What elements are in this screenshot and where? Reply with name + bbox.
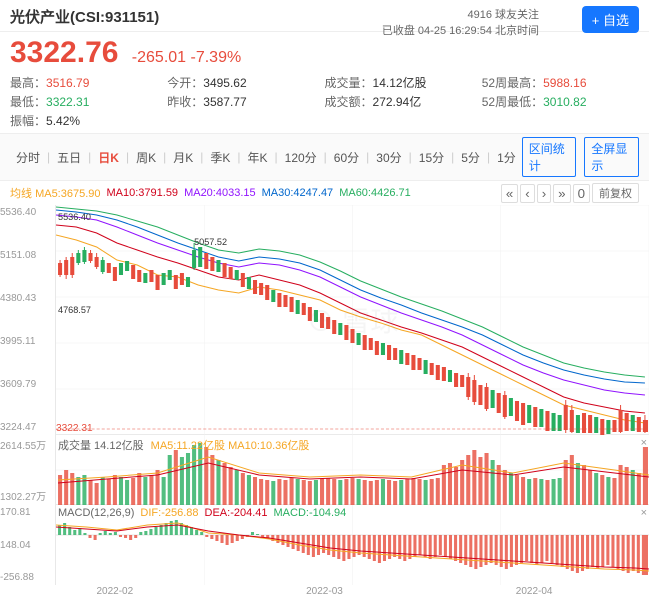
nav-next-button[interactable]: › <box>537 184 551 203</box>
stat-volume: 成交量：14.12亿股 <box>325 74 482 91</box>
tab-niank[interactable]: 年K <box>242 147 274 168</box>
ma20-legend: MA20:4033.15 <box>184 187 256 199</box>
x-label-apr: 2022-04 <box>516 586 553 597</box>
tab-120[interactable]: 120分 <box>279 147 323 168</box>
stock-name: 光伏产业(CSI:931151) <box>10 9 159 26</box>
y-axis-macd: 170.81 148.04 -256.88 <box>0 505 55 585</box>
price-area: 3322.76 -265.01 -7.39% <box>0 32 649 72</box>
y-axis-volume: 2614.55万 1302.27万 <box>0 435 55 505</box>
x-label-mar: 2022-03 <box>306 586 343 597</box>
volume-chart-canvas: 成交量 14.12亿股 MA5:11.22亿股 MA10:10.36亿股 × <box>55 435 649 505</box>
macd-y-bot: -256.88 <box>0 572 55 583</box>
stat-low: 最低：3322.31 <box>10 93 167 110</box>
dif-label: DIF:-256.88 <box>140 507 198 519</box>
y-axis-main: 5536.40 5151.08 4380.43 3995.11 3609.79 … <box>0 205 55 435</box>
tab-1[interactable]: 1分 <box>491 147 522 168</box>
vol-chart-label: 成交量 14.12亿股 MA5:11.22亿股 MA10:10.36亿股 <box>58 437 309 453</box>
tab-60[interactable]: 60分 <box>328 147 365 168</box>
dea-label: DEA:-204.41 <box>205 507 268 519</box>
ma60-legend: MA60:4426.71 <box>339 187 411 199</box>
vol-ma5: MA5:11.22亿股 MA10:10.36亿股 <box>151 440 310 452</box>
macd-chart-area: 170.81 148.04 -256.88 MACD(12,26,9) DIF:… <box>0 505 649 585</box>
price-change: -265.01 -7.39% <box>132 49 241 66</box>
tab-rik[interactable]: 日K <box>92 147 125 168</box>
header: 光伏产业(CSI:931151) 4916 球友关注 已收盘 04-25 16:… <box>0 0 649 32</box>
svg-text:5057.52: 5057.52 <box>194 237 227 247</box>
stat-52high: 52周最高：5988.16 <box>482 74 639 91</box>
nav-controls: « ‹ › » 0 前复权 <box>501 183 639 203</box>
svg-text:4768.57: 4768.57 <box>58 305 91 315</box>
main-price: 3322.76 <box>10 36 118 69</box>
y-label-5: 3609.79 <box>0 379 55 390</box>
macd-chart-canvas: MACD(12,26,9) DIF:-256.88 DEA:-204.41 MA… <box>55 505 649 585</box>
stat-high: 最高：3516.79 <box>10 74 167 91</box>
stat-prev-close: 昨收：3587.77 <box>167 93 324 110</box>
followers-count: 4916 球友关注 <box>382 6 539 22</box>
fullscreen-button[interactable]: 全屏显示 <box>584 137 639 177</box>
tab-30[interactable]: 30分 <box>370 147 407 168</box>
followers-info: 4916 球友关注 已收盘 04-25 16:29:54 北京时间 <box>382 6 539 38</box>
nav-prev-button[interactable]: ‹ <box>520 184 534 203</box>
stat-open: 今开：3495.62 <box>167 74 324 91</box>
tab-15[interactable]: 15分 <box>413 147 450 168</box>
tab-yuek[interactable]: 月K <box>167 147 199 168</box>
tab-bar: 分时 | 五日 | 日K | 周K | 月K | 季K | 年K | 120分 … <box>0 133 649 181</box>
stat-52low: 52周最低：3010.82 <box>482 93 639 110</box>
vol-close-icon[interactable]: × <box>641 437 647 449</box>
volume-chart-area: 2614.55万 1302.27万 成交量 14.12亿股 MA5:11.22亿… <box>0 435 649 505</box>
macd-y-mid: 148.04 <box>0 540 55 551</box>
x-axis-labels: 2022-02 2022-03 2022-04 <box>0 585 649 598</box>
nav-end-button[interactable]: » <box>553 184 570 203</box>
ma30-legend: MA30:4247.47 <box>262 187 334 199</box>
y-label-2: 5151.08 <box>0 250 55 261</box>
macd-y-top: 170.81 <box>0 507 55 518</box>
svg-text:3322.31: 3322.31 <box>56 423 93 434</box>
macd-legend: MACD(12,26,9) DIF:-256.88 DEA:-204.41 MA… <box>58 507 346 519</box>
main-chart-svg: 3322.31 5057.52 5536.40 4768.57 <box>56 205 649 435</box>
nav-restore-button[interactable]: 0 <box>573 184 590 203</box>
y-label-3: 4380.43 <box>0 293 55 304</box>
ma-nav-bar: 均线 MA5:3675.90 MA10:3791.59 MA20:4033.15… <box>0 181 649 205</box>
y-label-4: 3995.11 <box>0 336 55 347</box>
nav-start-button[interactable]: « <box>501 184 518 203</box>
vol-label-top: 2614.55万 <box>0 437 55 452</box>
macd-val-label: MACD:-104.94 <box>274 507 347 519</box>
interval-stats-button[interactable]: 区间统计 <box>522 137 577 177</box>
ma10-legend: MA10:3791.59 <box>107 187 179 199</box>
stat-amplitude: 振幅：5.42% <box>10 112 167 129</box>
time-info: 已收盘 04-25 16:29:54 北京时间 <box>382 22 539 38</box>
tab-wuri[interactable]: 五日 <box>51 147 87 168</box>
tab-fenshi[interactable]: 分时 <box>10 147 46 168</box>
ma5-legend: 均线 MA5:3675.90 <box>10 185 101 201</box>
y-label-6: 3224.47 <box>0 422 55 433</box>
main-chart-area: 5536.40 5151.08 4380.43 3995.11 3609.79 … <box>0 205 649 435</box>
tab-5[interactable]: 5分 <box>455 147 486 168</box>
macd-label: MACD(12,26,9) <box>58 507 134 519</box>
x-label-feb: 2022-02 <box>96 586 133 597</box>
tab-right-buttons: 区间统计 全屏显示 <box>522 137 639 177</box>
stats-grid: 最高：3516.79 今开：3495.62 成交量：14.12亿股 52周最高：… <box>0 72 649 133</box>
svg-text:5536.40: 5536.40 <box>58 212 91 222</box>
tab-jik[interactable]: 季K <box>204 147 236 168</box>
main-chart-canvas: ⊕ 雪球 <box>55 205 649 435</box>
fu-button[interactable]: 前复权 <box>592 183 639 203</box>
stat-amount: 成交额：272.94亿 <box>325 93 482 110</box>
tab-zhouk[interactable]: 周K <box>130 147 162 168</box>
vol-label-mid: 1302.27万 <box>0 488 55 503</box>
add-favorite-button[interactable]: + 自选 <box>582 6 639 33</box>
y-label-1: 5536.40 <box>0 207 55 218</box>
macd-close-icon[interactable]: × <box>641 507 647 519</box>
